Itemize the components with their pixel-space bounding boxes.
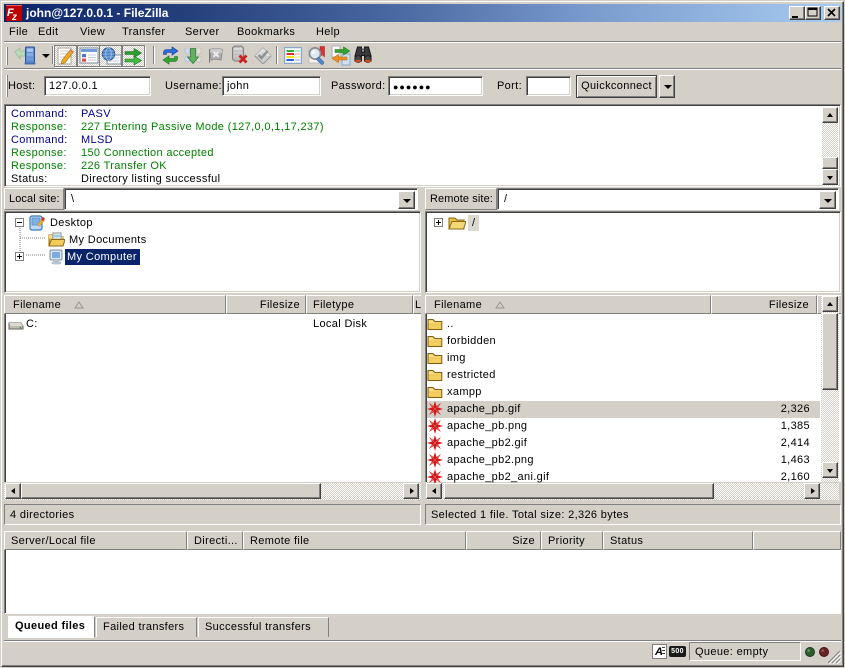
svg-text:z: z bbox=[11, 12, 17, 21]
